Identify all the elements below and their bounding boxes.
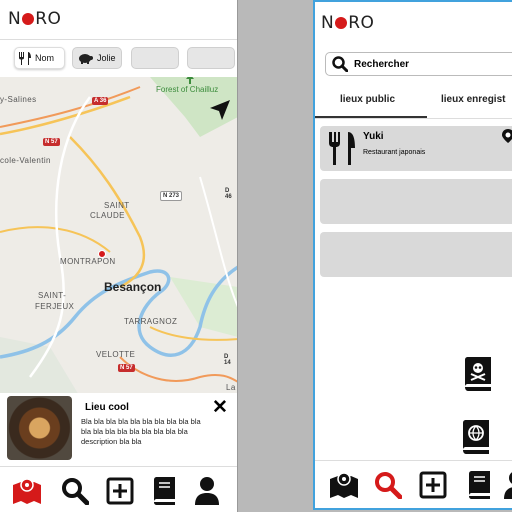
nav-search-button[interactable] [60,476,90,506]
map-label: y-Salines [0,95,37,104]
place-photo [7,396,72,460]
map-label: CLAUDE [90,211,125,220]
place-list-item[interactable] [320,179,512,224]
nav-profile-button[interactable] [501,470,512,500]
place-preview-card[interactable]: Lieu cool Bla bla bla bla bla bla bla bl… [0,393,237,463]
nav-profile-button[interactable] [192,476,222,506]
road-shield: N 273 [160,191,183,201]
utensils-icon [329,132,355,165]
locate-me-icon[interactable] [209,99,231,121]
place-name: Yuki [363,131,384,142]
nav-book-button[interactable] [464,470,494,500]
nav-add-button[interactable] [105,476,135,506]
add-icon [106,477,134,505]
filter-label: Nom [35,53,55,63]
nav-search-button[interactable] [373,470,403,500]
road-shield: N 57 [118,364,135,372]
map-screen: N RO Nom Jolie y-Salines Forest of Chaill… [0,0,238,512]
nav-map-button[interactable] [12,476,42,506]
nav-map-button[interactable] [329,470,359,500]
map-label-city: Besançon [104,280,162,294]
search-icon [332,56,348,72]
place-list-item[interactable] [320,232,512,277]
map-label: VELOTTE [96,350,136,359]
location-marker[interactable] [98,250,106,258]
road-shield: D 46 [225,188,232,200]
map-view[interactable]: y-Salines Forest of Chailluz cole-Valent… [0,77,237,397]
nav-add-button[interactable] [418,470,448,500]
nav-book-button[interactable] [149,476,179,506]
map-icon [330,472,358,498]
header-divider [0,39,237,40]
tabs-divider [315,118,512,119]
map-icon [13,478,41,504]
map-label: cole-Valentin [0,156,51,165]
map-background [0,77,237,397]
poison-book-icon[interactable] [462,357,492,391]
app-logo: N RO [321,13,375,33]
park-pin-icon [186,77,194,84]
utensils-icon [19,51,31,65]
filter-nom-button[interactable]: Nom [14,47,65,69]
search-input[interactable]: Rechercher [325,52,512,76]
place-description: Bla bla bla bla bla bla bla bla bla bla … [81,417,201,446]
map-label: La [226,383,236,392]
search-icon [375,472,402,499]
location-pin-icon [502,129,512,143]
filter-jolie-button[interactable]: Jolie [72,47,122,69]
map-label: SAINT [104,201,130,210]
search-screen: N RO Rechercher lieux public lieux enregi… [313,0,512,510]
place-list-item[interactable]: Yuki Restaurant japonais [320,126,512,171]
book-icon [154,477,175,505]
filter-label: Jolie [97,53,116,63]
place-title: Lieu cool [85,402,129,413]
world-book-icon[interactable] [460,420,490,454]
pig-icon [79,53,93,64]
map-label: TARRAGNOZ [124,317,178,326]
bottom-nav [0,466,237,512]
road-shield: N 57 [43,138,60,146]
user-icon [504,472,512,499]
search-icon [62,478,89,505]
app-logo: N RO [8,9,62,29]
road-shield: D 14 [224,354,231,366]
search-placeholder: Rechercher [354,58,410,70]
filter-empty-button[interactable] [131,47,179,69]
tab-saved-places[interactable]: lieux enregist [441,94,505,105]
map-label: Forest of Chailluz [156,85,219,94]
place-subtitle: Restaurant japonais [363,149,426,156]
bottom-nav [315,460,512,508]
map-label: MONTRAPON [60,257,116,266]
filter-empty-button[interactable] [187,47,235,69]
tab-public-places[interactable]: lieux public [340,94,395,105]
map-label: SAINT- [38,291,67,300]
book-icon [469,471,490,499]
close-icon[interactable]: ✕ [212,398,228,417]
road-shield: A 36 [92,97,109,105]
map-label: FERJEUX [35,302,75,311]
user-icon [195,477,219,505]
add-icon [419,471,447,499]
